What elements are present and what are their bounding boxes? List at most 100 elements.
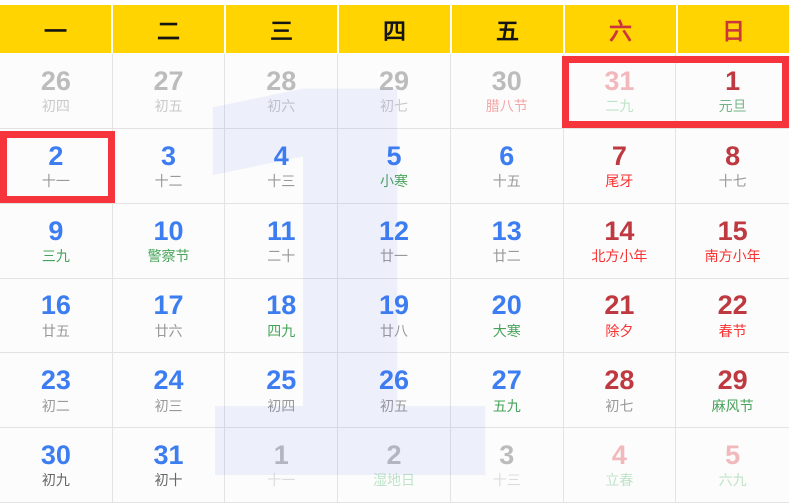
day-cell[interactable]: 4 立春: [563, 428, 677, 503]
day-cell[interactable]: 26 初四: [0, 54, 113, 129]
day-cell[interactable]: 4 十三: [225, 128, 339, 204]
lunar-label: 十七: [718, 173, 747, 190]
day-number: 1: [273, 440, 289, 470]
day-number: 5: [725, 440, 741, 470]
day-cell[interactable]: 12 廿一: [338, 203, 451, 279]
lunar-label: 廿八: [379, 322, 408, 339]
day-cell[interactable]: 5 六九: [676, 428, 789, 503]
lunar-label: 二九: [605, 98, 634, 115]
weekday-label: 一: [44, 18, 67, 44]
day-cell[interactable]: 29 麻风节: [676, 353, 789, 429]
day-cell[interactable]: 2 十一: [0, 128, 113, 204]
day-cell[interactable]: 29 初七: [338, 54, 451, 129]
day-cell[interactable]: 21 除夕: [563, 278, 677, 354]
lunar-label: 初十: [154, 472, 183, 489]
day-cell[interactable]: 1 十一: [225, 428, 339, 503]
day-number: 31: [604, 65, 635, 96]
day-number: 14: [604, 215, 635, 246]
lunar-label: 十二: [154, 173, 183, 190]
day-number: 24: [153, 365, 184, 396]
lunar-label: 小寒: [379, 173, 408, 190]
day-number: 29: [378, 65, 410, 96]
day-number: 29: [717, 365, 748, 396]
day-cell[interactable]: 26 初五: [338, 353, 451, 429]
day-cell[interactable]: 5 小寒: [338, 128, 451, 204]
day-cell[interactable]: 16 廿五: [0, 278, 113, 354]
lunar-label: 初二: [41, 397, 70, 414]
lunar-label: 麻风节: [711, 397, 754, 414]
day-cell[interactable]: 30 腊八节: [450, 54, 564, 129]
lunar-label: 廿二: [492, 247, 521, 264]
day-number: 31: [153, 440, 184, 470]
lunar-label: 尾牙: [605, 173, 634, 190]
day-cell[interactable]: 6 十五: [450, 128, 564, 204]
day-cell[interactable]: 15 南方小年: [676, 203, 789, 279]
day-cell[interactable]: 18 四九: [225, 278, 339, 354]
day-number: 30: [491, 65, 522, 96]
day-cell[interactable]: 11 二十: [225, 203, 339, 279]
day-cell[interactable]: 1 元旦: [676, 54, 789, 129]
day-cell[interactable]: 27 五九: [450, 353, 564, 429]
lunar-label: 二十: [267, 247, 296, 264]
day-cell[interactable]: 31 二九: [563, 54, 677, 129]
day-cell[interactable]: 3 十三: [450, 428, 564, 503]
lunar-label: 除夕: [605, 322, 634, 339]
lunar-label: 北方小年: [591, 247, 648, 264]
day-cell[interactable]: 28 初六: [225, 54, 339, 129]
day-number: 26: [40, 65, 71, 96]
weekday-header-1: 一: [0, 5, 111, 53]
day-number: 30: [40, 440, 71, 470]
day-cell[interactable]: 2 湿地日: [338, 428, 451, 503]
day-cell[interactable]: 8 十七: [676, 128, 789, 204]
lunar-label: 初七: [605, 397, 634, 414]
lunar-label: 三九: [41, 247, 70, 264]
lunar-label: 廿六: [154, 322, 183, 339]
day-cell[interactable]: 9 三九: [0, 203, 113, 279]
day-cell[interactable]: 10 警察节: [112, 203, 226, 279]
day-cell[interactable]: 23 初二: [0, 353, 113, 429]
lunar-label: 廿一: [379, 247, 408, 264]
lunar-label: 初七: [379, 98, 408, 115]
day-number: 2: [386, 440, 402, 470]
lunar-label: 十五: [492, 173, 521, 190]
day-cell[interactable]: 19 廿八: [338, 278, 451, 354]
day-number: 28: [604, 365, 635, 396]
day-cell[interactable]: 22 春节: [676, 278, 789, 354]
weekday-header-3: 三: [226, 5, 337, 53]
lunar-label: 十三: [492, 472, 521, 489]
day-number: 15: [717, 215, 748, 246]
lunar-label: 初九: [41, 472, 70, 489]
day-cell[interactable]: 25 初四: [225, 353, 339, 429]
day-number: 11: [267, 215, 296, 246]
day-cell[interactable]: 31 初十: [112, 428, 226, 503]
day-cell[interactable]: 3 十二: [112, 128, 226, 204]
lunar-label: 初六: [267, 98, 296, 115]
day-number: 2: [48, 140, 64, 171]
calendar-grid: 26 初四 27 初五 28 初六 29 初七 30 腊八节 31 二九 1 元旦 2 十一 3 十二 4 十三 5 小寒…: [0, 54, 789, 503]
day-number: 4: [273, 140, 289, 171]
day-cell[interactable]: 27 初五: [112, 54, 226, 129]
day-cell[interactable]: 17 廿六: [112, 278, 226, 354]
day-number: 23: [40, 365, 71, 396]
day-number: 3: [161, 140, 177, 171]
day-number: 20: [491, 290, 522, 321]
lunar-label: 六九: [718, 472, 747, 489]
day-cell[interactable]: 28 初七: [563, 353, 677, 429]
day-cell[interactable]: 14 北方小年: [563, 203, 677, 279]
day-number: 7: [611, 140, 627, 171]
day-number: 4: [611, 440, 627, 470]
day-number: 3: [499, 440, 515, 470]
weekday-header-6: 六: [565, 5, 676, 53]
day-cell[interactable]: 7 尾牙: [563, 128, 677, 204]
day-cell[interactable]: 24 初三: [112, 353, 226, 429]
day-cell[interactable]: 13 廿二: [450, 203, 564, 279]
day-cell[interactable]: 20 大寒: [450, 278, 564, 354]
weekday-label: 三: [270, 18, 293, 44]
weekday-label: 六: [609, 18, 632, 44]
lunar-label: 廿五: [41, 322, 70, 339]
lunar-label: 湿地日: [372, 472, 415, 489]
lunar-label: 初五: [379, 397, 408, 414]
weekday-header-5: 五: [452, 5, 563, 53]
day-cell[interactable]: 30 初九: [0, 428, 113, 503]
day-number: 10: [153, 215, 184, 246]
